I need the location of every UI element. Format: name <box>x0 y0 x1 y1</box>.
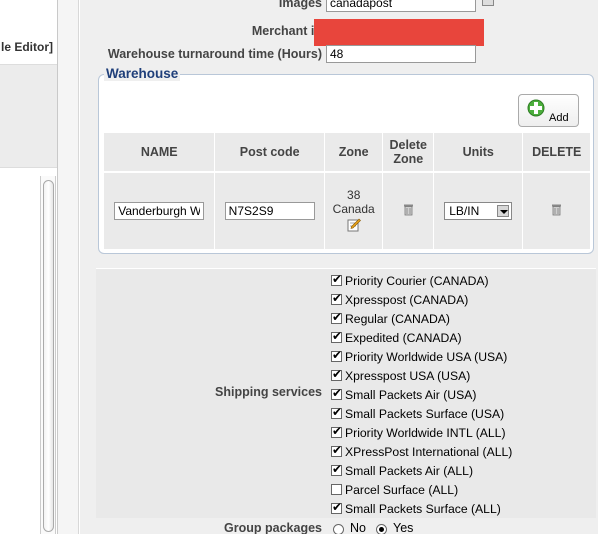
shipping-services-label: Shipping services <box>215 385 322 399</box>
group-packages-yes-label: Yes <box>393 521 414 534</box>
images-input[interactable] <box>326 0 476 12</box>
edit-icon[interactable] <box>347 218 361 232</box>
shipping-service-item[interactable]: Small Packets Air (USA) <box>331 385 512 404</box>
shipping-service-label: XPressPost International (ALL) <box>345 444 513 459</box>
table-row: 38 Canada LB/IN <box>104 173 590 249</box>
chevron-down-icon <box>497 205 510 217</box>
shipping-service-label: Small Packets Surface (USA) <box>345 406 505 421</box>
left-panel-block <box>0 64 57 168</box>
images-label: Images <box>278 0 322 10</box>
column-header-delete-zone: Delete Zone <box>383 133 435 173</box>
shipping-service-label: Priority Courier (CANADA) <box>345 273 489 288</box>
warehouse-table: NAME Post code Zone Delete Zone Units DE… <box>104 133 590 249</box>
shipping-service-label: Small Packets Air (USA) <box>345 387 477 402</box>
zone-number: 38 <box>347 187 361 202</box>
merchant-label: Merchant id <box>251 24 322 38</box>
group-packages-no-radio[interactable] <box>333 524 344 534</box>
shipping-service-label: Small Packets Surface (ALL) <box>345 501 501 516</box>
shipping-service-checkbox[interactable] <box>331 348 342 362</box>
scrollbar[interactable] <box>40 176 56 534</box>
shipping-service-item[interactable]: Priority Courier (CANADA) <box>331 271 512 290</box>
add-warehouse-button[interactable]: Add <box>518 94 579 127</box>
shipping-service-checkbox[interactable] <box>331 443 342 457</box>
group-packages-row: Group packages No Yes <box>80 518 598 534</box>
shipping-service-item[interactable]: Parcel Surface (ALL) <box>331 480 512 499</box>
shipping-service-label: Regular (CANADA) <box>345 311 450 326</box>
shipping-service-label: Small Packets Air (ALL) <box>345 463 474 478</box>
name-cell <box>104 173 216 249</box>
warehouse-legend: Warehouse <box>104 66 181 81</box>
column-header-postcode: Post code <box>215 133 325 173</box>
zone-name: Canada <box>332 201 375 216</box>
shipping-service-item[interactable]: Regular (CANADA) <box>331 309 512 328</box>
zone-cell: 38 Canada <box>325 173 384 249</box>
plus-icon <box>527 99 545 117</box>
turnaround-label: Warehouse turnaround time (Hours) <box>107 47 322 61</box>
shipping-service-item[interactable]: Small Packets Air (ALL) <box>331 461 512 480</box>
column-header-zone: Zone <box>324 133 384 173</box>
turnaround-row: Warehouse turnaround time (Hours) <box>80 44 598 64</box>
shipping-service-label: Priority Worldwide INTL (ALL) <box>345 425 506 440</box>
units-cell: LB/IN <box>434 173 524 249</box>
postcode-cell <box>215 173 325 249</box>
shipping-service-checkbox[interactable] <box>331 291 342 305</box>
warehouse-name-input[interactable] <box>114 202 205 220</box>
delete-zone-cell <box>383 173 435 249</box>
turnaround-input[interactable] <box>326 45 476 63</box>
column-header-delete: DELETE <box>523 133 590 173</box>
shipping-service-checkbox[interactable] <box>331 424 342 438</box>
trash-icon[interactable] <box>403 203 414 216</box>
shipping-service-label: Xpresspost USA (USA) <box>345 368 471 383</box>
panel-divider <box>57 0 79 534</box>
shipping-service-item[interactable]: Xpresspost (CANADA) <box>331 290 512 309</box>
left-panel-header: le Editor] <box>0 40 53 54</box>
shipping-service-checkbox[interactable] <box>331 386 342 400</box>
shipping-service-label: Priority Worldwide USA (USA) <box>345 349 508 364</box>
shipping-service-item[interactable]: Expedited (CANADA) <box>331 328 512 347</box>
images-row: Images <box>80 0 598 13</box>
shipping-service-checkbox[interactable] <box>331 329 342 343</box>
column-header-name: NAME <box>104 133 216 173</box>
shipping-service-checkbox[interactable] <box>331 484 342 495</box>
table-header-row: NAME Post code Zone Delete Zone Units DE… <box>104 133 590 173</box>
shipping-service-label: Parcel Surface (ALL) <box>345 482 459 497</box>
shipping-service-label: Expedited (CANADA) <box>345 330 462 345</box>
group-packages-yes-radio[interactable] <box>376 524 387 534</box>
shipping-service-label: Xpresspost (CANADA) <box>345 292 469 307</box>
shipping-service-checkbox[interactable] <box>331 462 342 476</box>
units-value: LB/IN <box>449 204 480 218</box>
shipping-service-item[interactable]: Priority Worldwide USA (USA) <box>331 347 512 366</box>
group-packages-label: Group packages <box>224 521 322 534</box>
images-edit-icon[interactable] <box>482 0 494 6</box>
shipping-services-list: Priority Courier (CANADA) Xpresspost (CAN… <box>331 271 512 518</box>
postcode-input[interactable] <box>224 202 315 220</box>
shipping-service-checkbox[interactable] <box>331 500 342 514</box>
group-packages-no-label: No <box>350 521 366 534</box>
scrollbar-thumb[interactable] <box>43 180 54 532</box>
shipping-service-item[interactable]: Small Packets Surface (USA) <box>331 404 512 423</box>
shipping-service-item[interactable]: Priority Worldwide INTL (ALL) <box>331 423 512 442</box>
shipping-service-item[interactable]: Xpresspost USA (USA) <box>331 366 512 385</box>
shipping-service-checkbox[interactable] <box>331 405 342 419</box>
left-panel: le Editor] <box>0 0 57 534</box>
main-panel: Images Merchant id Warehouse turnaround … <box>80 0 598 534</box>
delete-cell <box>523 173 590 249</box>
column-header-units: Units <box>434 133 524 173</box>
shipping-service-checkbox[interactable] <box>331 272 342 286</box>
redaction-block <box>314 19 484 46</box>
shipping-service-checkbox[interactable] <box>331 367 342 381</box>
shipping-service-item[interactable]: Small Packets Surface (ALL) <box>331 499 512 518</box>
trash-icon[interactable] <box>551 203 562 216</box>
shipping-service-checkbox[interactable] <box>331 310 342 324</box>
units-select[interactable]: LB/IN <box>444 202 513 220</box>
add-label: Add <box>549 112 569 124</box>
shipping-service-item[interactable]: XPressPost International (ALL) <box>331 442 512 461</box>
